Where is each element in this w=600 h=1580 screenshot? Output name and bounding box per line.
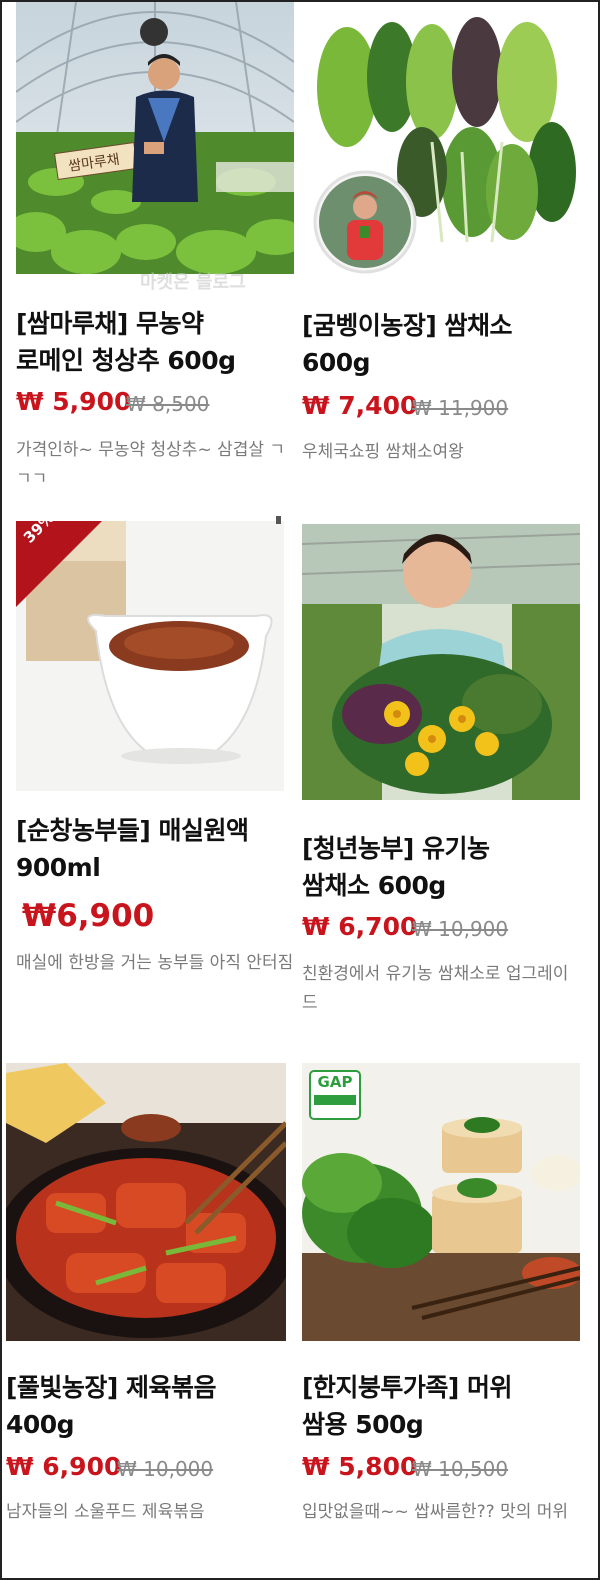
product-description-3: 친환경에서 유기농 쌈채소로 업그레이드 — [302, 964, 569, 1013]
product-price-5: ₩ 5,800 — [302, 1452, 418, 1481]
product-original-price-5: ₩ 10,500 — [412, 1457, 509, 1481]
product-title-line: 400g — [6, 1410, 75, 1439]
product-original-price-4: ₩ 10,000 — [117, 1457, 214, 1481]
product-title-5[interactable]: [한지붕투가족] 머위 쌈용 500g — [302, 1369, 587, 1443]
product-price-1: ₩ 7,400 — [302, 391, 418, 420]
gap-certification-badge: GAP — [317, 1073, 353, 1091]
product-title-line: 로메인 청상추 600g — [16, 346, 236, 375]
product-price-2: ₩6,900 — [22, 898, 155, 934]
product-title-line: 쌈채소 600g — [302, 871, 446, 900]
product-title-line: [한지붕투가족] 머위 — [302, 1373, 513, 1402]
product-title-4[interactable]: [풀빛농장] 제육볶음 400g — [6, 1369, 291, 1443]
product-image-4[interactable] — [6, 1063, 286, 1341]
product-description-1: 우체국쇼핑 쌈채소여왕 — [302, 442, 464, 462]
product-image-0[interactable]: 쌈마루채 — [16, 2, 294, 274]
product-title-line: 쌈용 500g — [302, 1410, 424, 1439]
product-title-line: [굼벵이농장] 쌈채소 — [302, 311, 513, 340]
product-title-line: [쌈마루채] 무농약 — [16, 309, 204, 338]
product-description-0: 가격인하~ 무농약 청상추~ 삼겹살 ㄱㄱㄱ — [16, 440, 286, 489]
product-description-2: 매실에 한방을 거는 농부들 아직 안터짐 — [16, 953, 294, 973]
blog-watermark: 마켓온 블로그 — [140, 272, 246, 293]
product-title-line: 900ml — [16, 853, 101, 882]
product-title-2[interactable]: [순창농부들] 매실원액 900ml — [16, 812, 301, 886]
product-title-line: [청년농부] 유기농 — [302, 834, 490, 863]
product-title-3[interactable]: [청년농부] 유기농 쌈채소 600g — [302, 830, 587, 904]
product-title-0[interactable]: [쌈마루채] 무농약 로메인 청상추 600g — [16, 305, 296, 379]
product-title-line: 600g — [302, 348, 371, 377]
product-original-price-0: ₩ 8,500 — [126, 392, 210, 416]
product-price-3: ₩ 6,700 — [302, 912, 418, 941]
product-image-5[interactable]: GAP — [302, 1063, 580, 1341]
slider-indicator — [276, 516, 281, 524]
product-image-3[interactable] — [302, 524, 580, 800]
product-image-1[interactable] — [302, 2, 580, 278]
product-description-4: 남자들의 소울푸드 제육볶음 — [6, 1502, 205, 1522]
product-title-line: [순창농부들] 매실원액 — [16, 816, 249, 845]
product-original-price-3: ₩ 10,900 — [412, 917, 509, 941]
product-price-0: ₩ 5,900 — [16, 387, 132, 416]
product-original-price-1: ₩ 11,900 — [412, 396, 509, 420]
product-title-line: [풀빛농장] 제육볶음 — [6, 1373, 217, 1402]
product-price-4: ₩ 6,900 — [6, 1452, 122, 1481]
product-title-1[interactable]: [굼벵이농장] 쌈채소 600g — [302, 307, 587, 381]
gap-badge-green-bar — [314, 1095, 356, 1105]
product-description-5: 입맛없을때~~ 쌉싸름한?? 맛의 머위 — [302, 1502, 569, 1522]
